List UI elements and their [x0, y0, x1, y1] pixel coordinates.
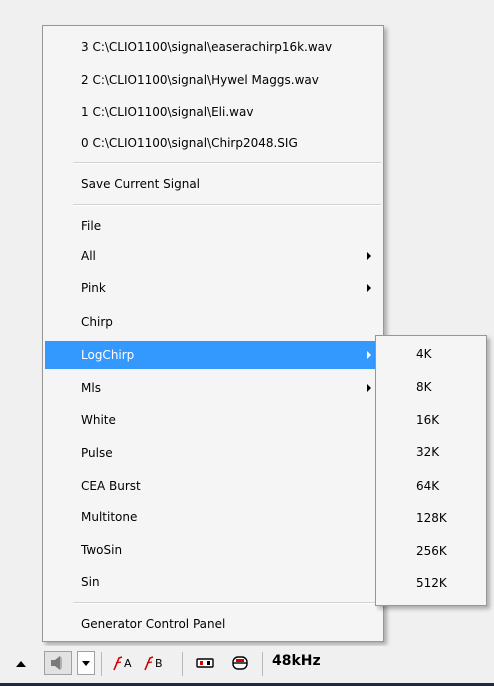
- recent-file-item-0[interactable]: 0 C:\CLIO1100\signal\Chirp2048.SIG: [45, 129, 381, 157]
- submenu-item-label: 512K: [416, 576, 447, 590]
- dropdown-arrow-icon: [82, 661, 90, 666]
- menu-item-label: 1 C:\CLIO1100\signal\Eli.wav: [81, 105, 254, 119]
- speaker-button[interactable]: [44, 651, 72, 675]
- output-monitor-icon: [232, 656, 248, 670]
- menu-item-label: 3 C:\CLIO1100\signal\easerachirp16k.wav: [81, 40, 333, 54]
- menu-separator: [73, 204, 381, 206]
- menu-separator: [73, 602, 381, 604]
- submenu-item-label: 4K: [416, 347, 432, 361]
- logchirp-option-64k[interactable]: 64K: [378, 471, 484, 501]
- submenu-item-label: 32K: [416, 445, 440, 459]
- channel-b-button[interactable]: B: [143, 654, 163, 672]
- menu-item-label: Generator Control Panel: [81, 617, 226, 631]
- recent-file-item-3[interactable]: 3 C:\CLIO1100\signal\easerachirp16k.wav: [45, 33, 381, 61]
- signal-item-twosin[interactable]: TwoSin: [45, 536, 381, 564]
- submenu-item-label: 16K: [416, 413, 440, 427]
- menu-item-label: Pink: [81, 281, 106, 295]
- signal-item-cea-burst[interactable]: CEA Burst: [45, 472, 381, 500]
- toolbar-divider: [182, 652, 183, 676]
- logchirp-option-512k[interactable]: 512K: [378, 568, 484, 598]
- menu-item-label: Sin: [81, 575, 100, 589]
- logchirp-submenu: 4K 8K 16K 32K 64K 128K 256K 512K: [375, 335, 487, 606]
- channel-a-label: A: [124, 656, 132, 670]
- output-monitor-button[interactable]: [230, 654, 250, 672]
- menu-item-label: All: [81, 249, 96, 263]
- submenu-arrow-icon: [367, 252, 371, 260]
- signal-item-sin[interactable]: Sin: [45, 568, 381, 596]
- submenu-arrow-icon: [367, 284, 371, 292]
- submenu-arrow-icon: [367, 384, 371, 392]
- up-arrow-icon[interactable]: [16, 661, 26, 667]
- menu-item-label: File: [81, 219, 102, 233]
- submenu-item-label: 8K: [416, 380, 432, 394]
- toolbar-divider: [262, 652, 263, 676]
- save-current-signal-item[interactable]: Save Current Signal: [45, 170, 381, 198]
- menu-item-label: Multitone: [81, 510, 138, 524]
- menu-item-label: TwoSin: [81, 543, 123, 557]
- generator-toolbar: A B 48kHz: [0, 646, 494, 686]
- signal-item-file[interactable]: File: [45, 212, 381, 240]
- recent-file-item-1[interactable]: 1 C:\CLIO1100\signal\Eli.wav: [45, 98, 381, 126]
- logchirp-option-32k[interactable]: 32K: [378, 437, 484, 467]
- channel-a-icon: [113, 656, 123, 671]
- menu-item-label: Chirp: [81, 315, 113, 329]
- recent-file-item-2[interactable]: 2 C:\CLIO1100\signal\Hywel Maggs.wav: [45, 66, 381, 94]
- generator-context-menu: 3 C:\CLIO1100\signal\easerachirp16k.wav …: [42, 25, 384, 642]
- signal-item-white[interactable]: White: [45, 406, 381, 434]
- menu-item-label: White: [81, 413, 116, 427]
- logchirp-option-128k[interactable]: 128K: [378, 503, 484, 533]
- menu-item-label: CEA Burst: [81, 479, 141, 493]
- speaker-icon: [51, 656, 62, 670]
- generator-control-panel-item[interactable]: Generator Control Panel: [45, 610, 381, 638]
- menu-item-label: LogChirp: [81, 348, 135, 362]
- channel-b-icon: [144, 656, 154, 671]
- signal-item-logchirp[interactable]: LogChirp: [45, 341, 381, 369]
- menu-item-label: 2 C:\CLIO1100\signal\Hywel Maggs.wav: [81, 73, 319, 87]
- channel-a-button[interactable]: A: [112, 654, 132, 672]
- menu-item-label: Save Current Signal: [81, 177, 201, 191]
- logchirp-option-256k[interactable]: 256K: [378, 536, 484, 566]
- signal-item-mls[interactable]: Mls: [45, 374, 381, 402]
- submenu-item-label: 64K: [416, 479, 440, 493]
- sample-rate-display[interactable]: 48kHz: [272, 653, 321, 669]
- logchirp-option-4k[interactable]: 4K: [378, 339, 484, 369]
- menu-item-label: 0 C:\CLIO1100\signal\Chirp2048.SIG: [81, 136, 298, 150]
- menu-item-label: Mls: [81, 381, 101, 395]
- signal-item-chirp[interactable]: Chirp: [45, 308, 381, 336]
- logchirp-option-8k[interactable]: 8K: [378, 372, 484, 402]
- submenu-item-label: 128K: [416, 511, 447, 525]
- signal-item-pink[interactable]: Pink: [45, 274, 381, 302]
- toolbar-divider: [101, 652, 102, 676]
- input-monitor-icon: [196, 658, 214, 668]
- input-monitor-button[interactable]: [195, 654, 215, 672]
- submenu-item-label: 256K: [416, 544, 447, 558]
- signal-item-all[interactable]: All: [45, 242, 381, 270]
- speaker-dropdown-button[interactable]: [77, 651, 95, 675]
- menu-item-label: Pulse: [81, 446, 113, 460]
- signal-item-multitone[interactable]: Multitone: [45, 503, 381, 531]
- logchirp-option-16k[interactable]: 16K: [378, 405, 484, 435]
- submenu-arrow-icon: [367, 351, 371, 359]
- menu-separator: [73, 162, 381, 164]
- channel-b-label: B: [155, 656, 163, 670]
- signal-item-pulse[interactable]: Pulse: [45, 439, 381, 467]
